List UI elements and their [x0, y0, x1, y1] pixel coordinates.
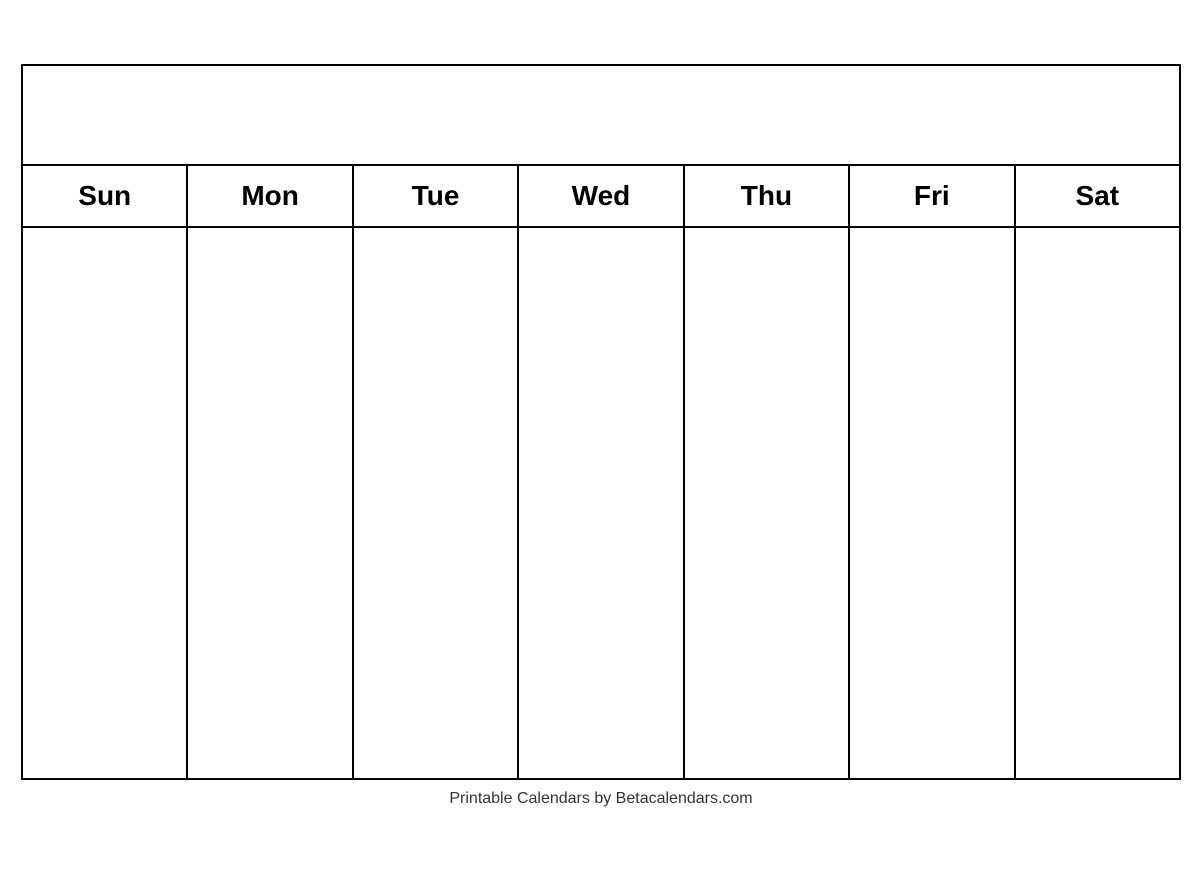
cell-1-4 [519, 228, 684, 338]
calendar-row-4 [23, 558, 1179, 668]
cell-4-1 [23, 558, 188, 668]
cell-3-1 [23, 448, 188, 558]
header-tue: Tue [354, 166, 519, 228]
calendar-row-3 [23, 448, 1179, 558]
footer-text: Printable Calendars by Betacalendars.com [449, 790, 752, 808]
cell-2-4 [519, 338, 684, 448]
cell-4-7 [1016, 558, 1179, 668]
cell-3-3 [354, 448, 519, 558]
header-fri: Fri [850, 166, 1015, 228]
header-sat: Sat [1016, 166, 1179, 228]
cell-4-5 [685, 558, 850, 668]
cell-1-2 [188, 228, 353, 338]
cell-2-2 [188, 338, 353, 448]
cell-3-2 [188, 448, 353, 558]
cell-2-5 [685, 338, 850, 448]
cell-3-6 [850, 448, 1015, 558]
cell-5-6 [850, 668, 1015, 778]
cell-1-6 [850, 228, 1015, 338]
cell-2-1 [23, 338, 188, 448]
calendar-row-5 [23, 668, 1179, 778]
calendar-title-row [23, 66, 1179, 166]
cell-1-3 [354, 228, 519, 338]
cell-3-4 [519, 448, 684, 558]
cell-5-1 [23, 668, 188, 778]
cell-5-3 [354, 668, 519, 778]
header-mon: Mon [188, 166, 353, 228]
page-wrapper: Sun Mon Tue Wed Thu Fri Sat [0, 0, 1202, 872]
cell-2-6 [850, 338, 1015, 448]
cell-2-7 [1016, 338, 1179, 448]
cell-1-7 [1016, 228, 1179, 338]
cell-1-1 [23, 228, 188, 338]
cell-5-7 [1016, 668, 1179, 778]
cell-4-2 [188, 558, 353, 668]
header-thu: Thu [685, 166, 850, 228]
header-sun: Sun [23, 166, 188, 228]
calendar-container: Sun Mon Tue Wed Thu Fri Sat [21, 64, 1181, 780]
calendar-header: Sun Mon Tue Wed Thu Fri Sat [23, 166, 1179, 228]
cell-5-5 [685, 668, 850, 778]
cell-5-2 [188, 668, 353, 778]
cell-5-4 [519, 668, 684, 778]
cell-4-3 [354, 558, 519, 668]
cell-4-4 [519, 558, 684, 668]
cell-2-3 [354, 338, 519, 448]
cell-3-5 [685, 448, 850, 558]
header-wed: Wed [519, 166, 684, 228]
calendar-row-1 [23, 228, 1179, 338]
calendar-row-2 [23, 338, 1179, 448]
cell-4-6 [850, 558, 1015, 668]
cell-1-5 [685, 228, 850, 338]
calendar-grid [23, 228, 1179, 778]
cell-3-7 [1016, 448, 1179, 558]
